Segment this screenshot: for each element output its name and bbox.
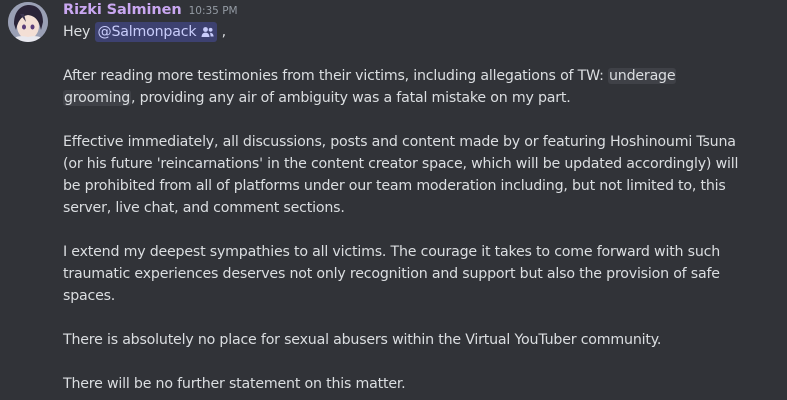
paragraph-2-line-3: be prohibited from all of platforms unde… [63,178,726,194]
paragraph-2-line-4: server, live chat, and comment sections. [63,200,345,216]
greeting-line: Hey @Salmonpack , [63,21,778,43]
mention-label: @Salmonpack [97,24,197,40]
user-group-icon [201,27,214,37]
paragraph-2-line-1: Effective immediately, all discussions, … [63,134,736,150]
paragraph-3-line-1: I extend my deepest sympathies to all vi… [63,244,721,260]
role-mention[interactable]: @Salmonpack [94,22,218,42]
greeting-text: Hey [63,24,91,40]
paragraph-2-line-2: (or his future 'reincarnations' in the c… [63,156,739,172]
paragraph-5: There will be no further statement on th… [63,376,406,392]
inline-code-grooming: grooming [63,90,132,106]
paragraph-3-line-3: spaces. [63,288,116,304]
chat-message: Rizki Salminen 10:35 PM Hey @Salmonpack … [0,0,787,400]
p1-before-text: After reading more testimonies from thei… [63,68,609,84]
author-username[interactable]: Rizki Salminen [63,2,182,18]
avatar-illustration-icon [8,2,48,42]
paragraph-4: There is absolutely no place for sexual … [63,332,662,348]
after-mention-text: , [217,24,227,40]
message-content: Hey @Salmonpack , After reading more tes… [63,21,778,395]
inline-code-underage: underage [608,68,677,84]
message-timestamp: 10:35 PM [188,5,238,17]
message-header: Rizki Salminen 10:35 PM [63,2,238,22]
paragraph-1-line-1: After reading more testimonies from thei… [63,65,778,87]
paragraph-3-line-2: traumatic experiences deserves not only … [63,266,720,282]
user-avatar[interactable] [8,2,48,42]
paragraph-1-line-2: grooming, providing any air of ambiguity… [63,87,778,109]
p1-after-text: , providing any air of ambiguity was a f… [131,90,571,106]
